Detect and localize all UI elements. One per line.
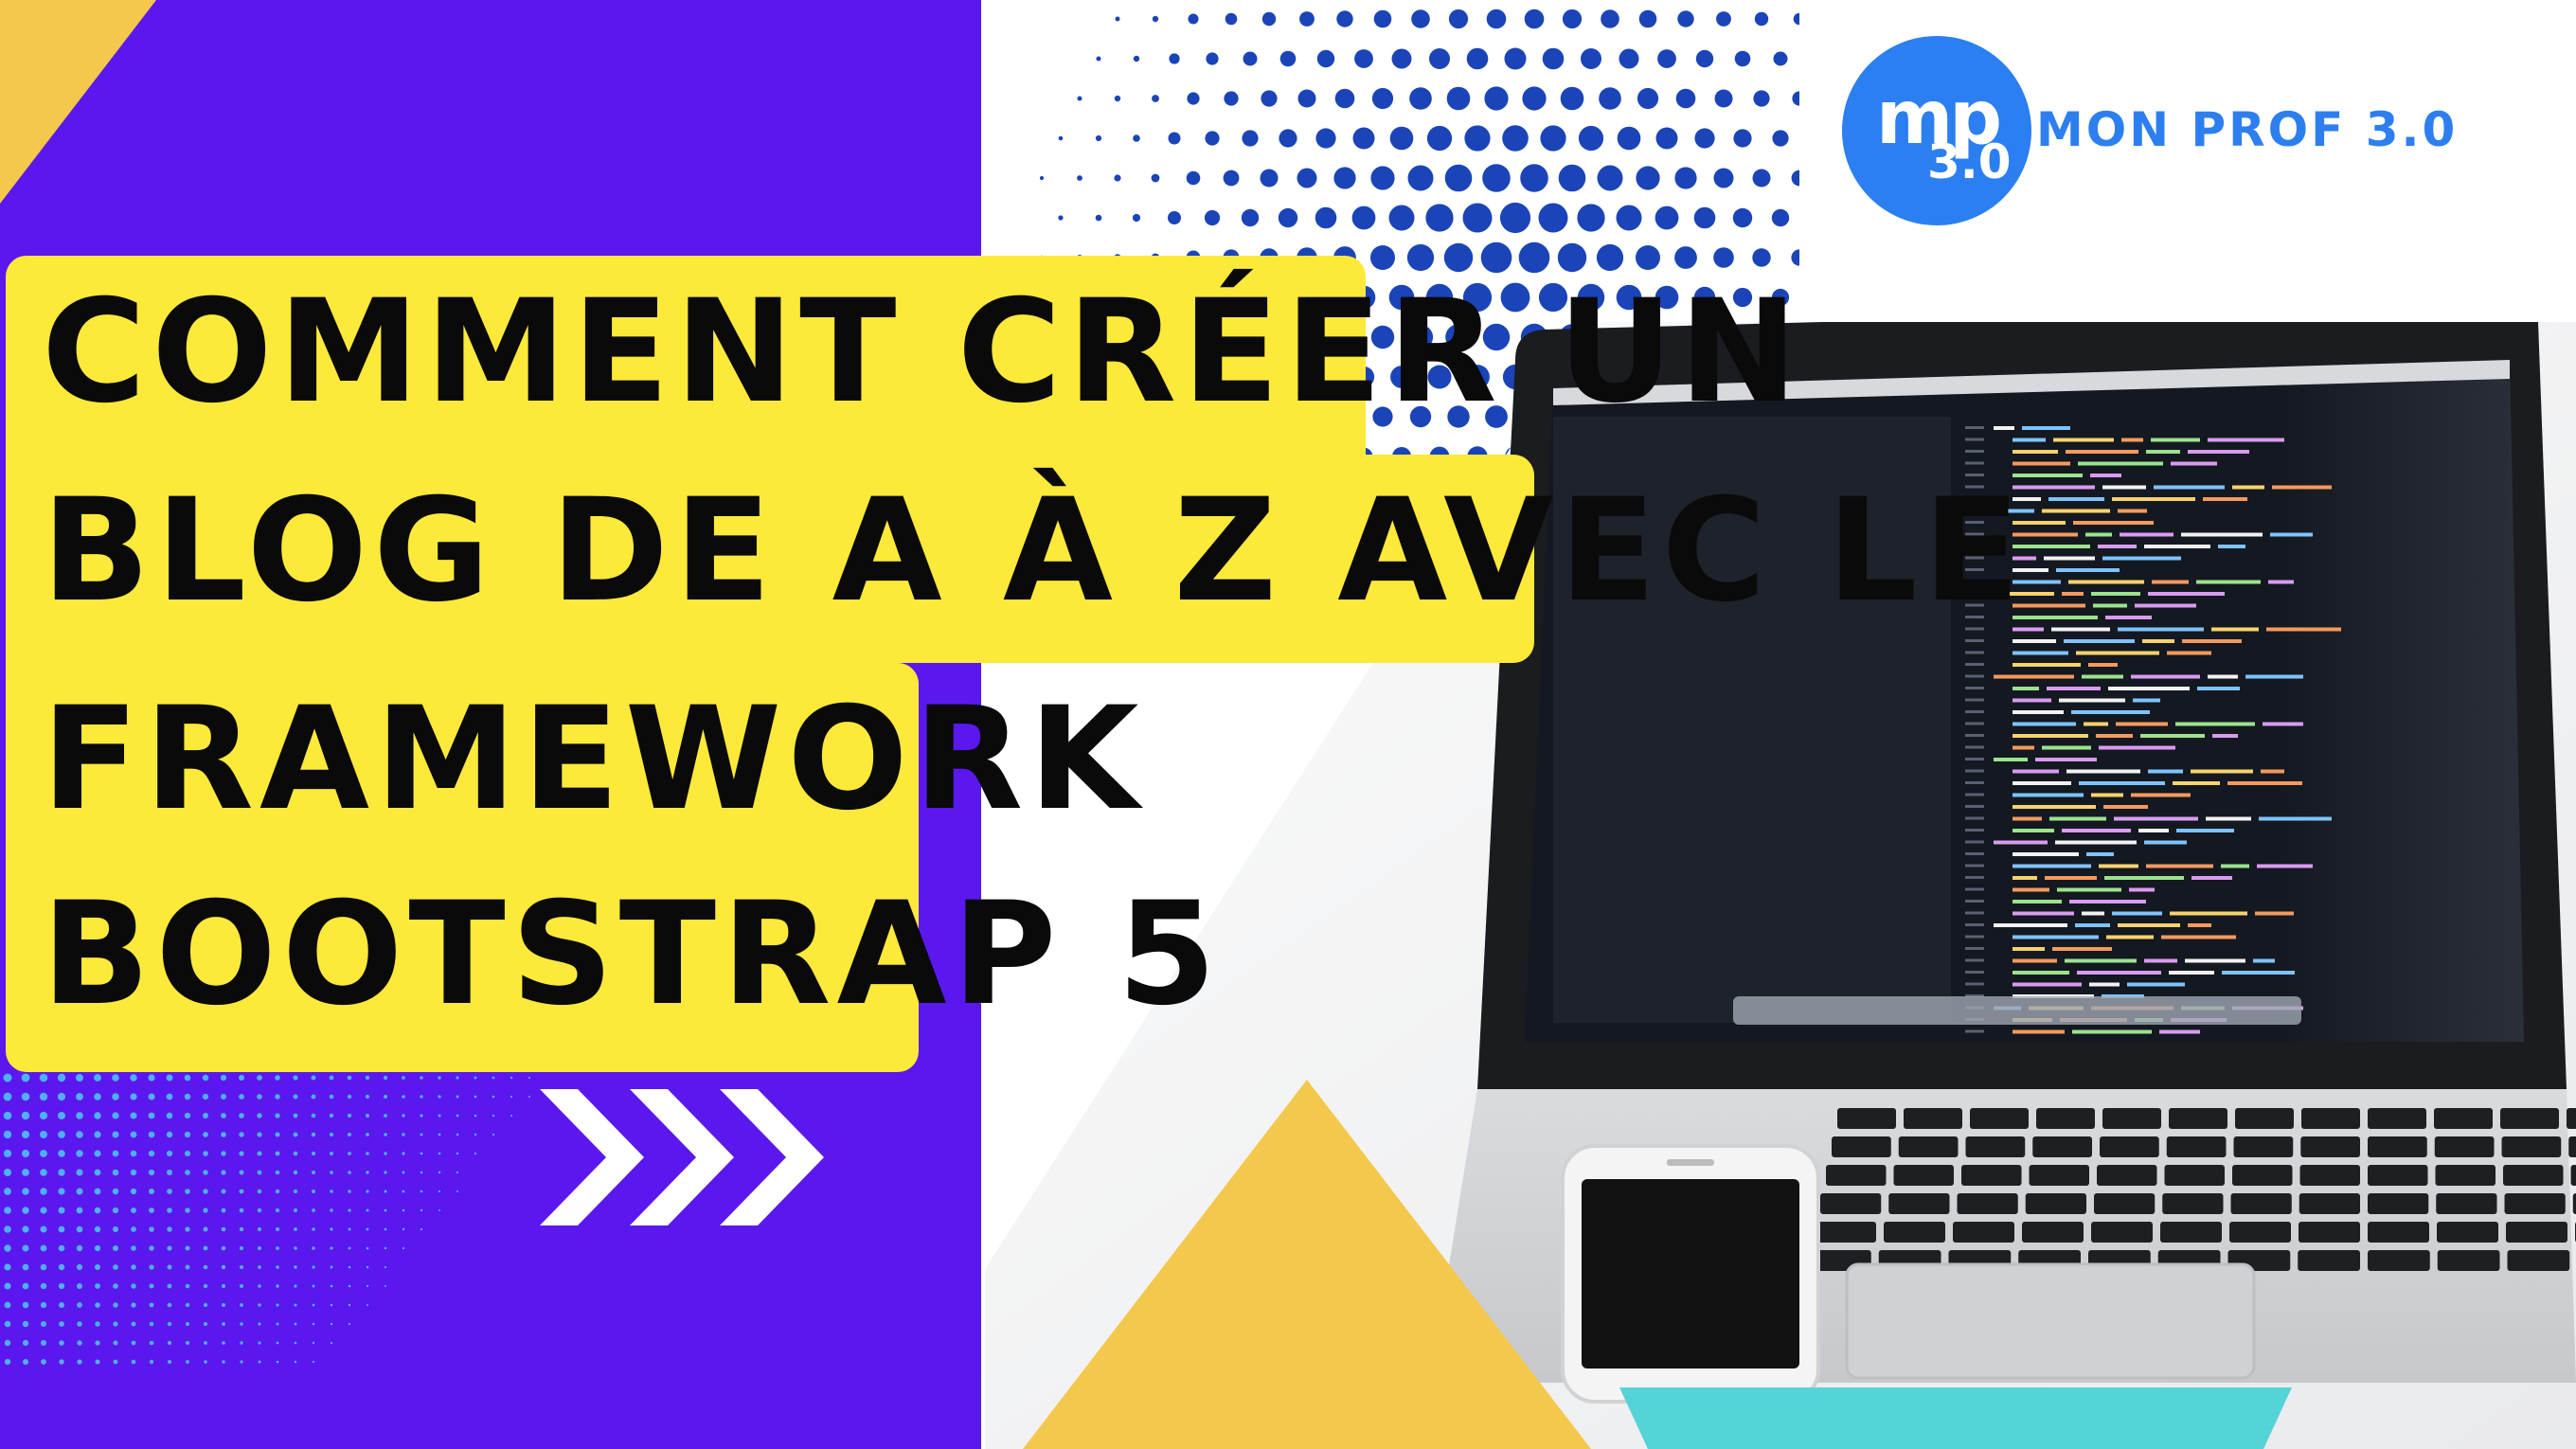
title-line-4: Bootstrap 5 [6, 858, 1216, 1072]
chevron-right-icon [630, 1089, 734, 1225]
title-line-1: Comment créer un [6, 256, 1798, 456]
logo-name: MON PROF 3.0 [2036, 102, 2459, 157]
title-line-2: blog de A à Z avec le [6, 455, 2020, 663]
smartphone-icon [1561, 1144, 1820, 1404]
gold-triangle [1023, 1080, 1591, 1449]
halftone-dots [3, 1073, 531, 1366]
title-line-3: framework [6, 663, 1139, 858]
logo-mark: mp 3.0 [1842, 36, 2031, 225]
teal-bar [1619, 1387, 2292, 1449]
logo-version: 3.0 [1927, 134, 2012, 189]
chevron-right-icon [540, 1089, 644, 1225]
chevrons [540, 1089, 824, 1225]
chevron-right-icon [720, 1089, 824, 1225]
gold-corner-triangle [0, 0, 156, 204]
thumbnail: Comment créer un blog de A à Z avec le f… [0, 0, 2576, 1449]
